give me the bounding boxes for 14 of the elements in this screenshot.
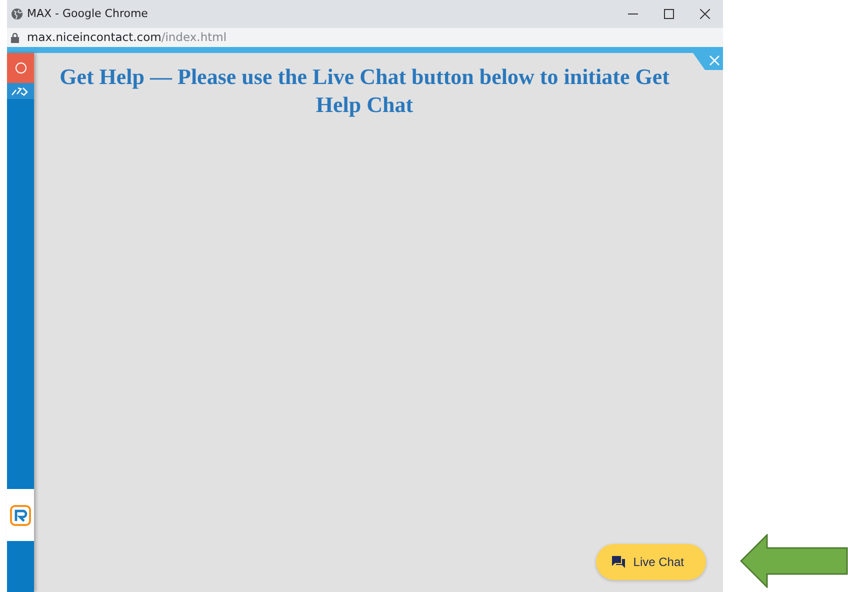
circle-icon [14,62,26,74]
chat-icon [612,556,626,568]
link-icon[interactable] [7,83,34,99]
logo-icon [10,504,31,526]
globe-icon [11,8,23,20]
maximize-icon [664,9,674,19]
window-title: MAX - Google Chrome [27,6,148,22]
page-heading: Get Help — Please use the Live Chat button below to initiate Get Help Chat [58,63,670,119]
lock-icon [11,32,19,42]
record-button[interactable] [7,53,34,83]
close-corner-button[interactable] [693,53,723,70]
live-chat-button[interactable]: Live Chat [596,544,706,580]
close-icon [700,9,710,19]
app-logo-tile[interactable] [7,489,34,541]
